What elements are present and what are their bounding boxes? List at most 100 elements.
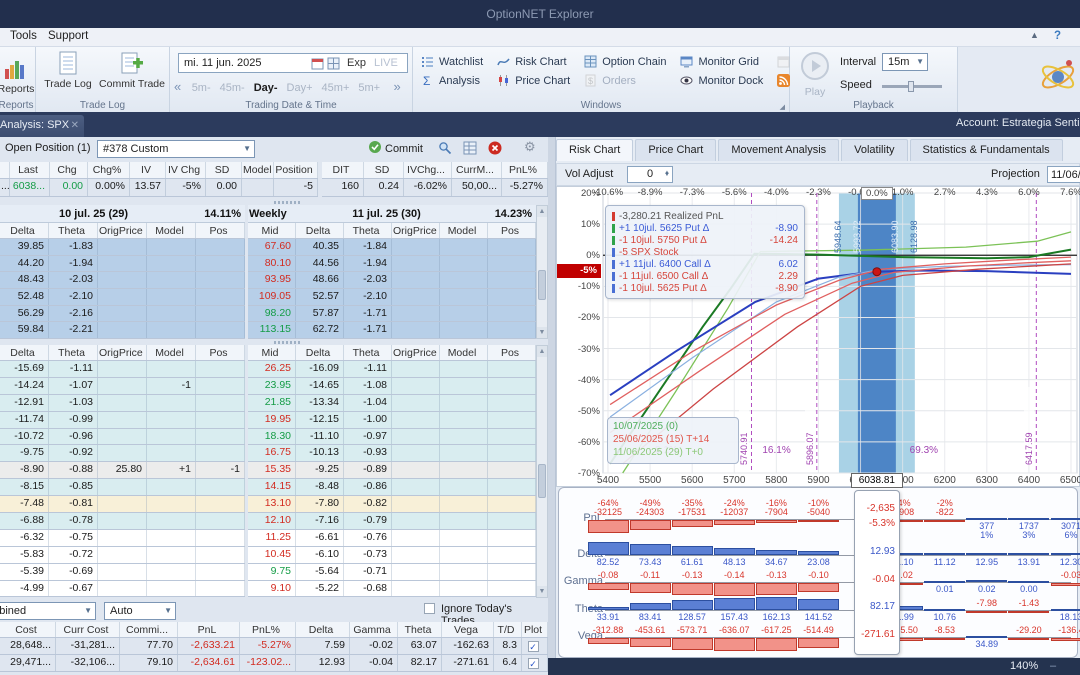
puts-right-row[interactable]: 9.75 -5.64 -0.71 [248, 563, 536, 581]
reports-icon[interactable] [4, 54, 26, 85]
splitter-handle[interactable] [274, 201, 300, 204]
totals-row[interactable]: 29,471... -32,106... 79.10 -2,634.61 -123.02… [0, 655, 548, 672]
spinner-down-icon[interactable]: ▼ [664, 168, 670, 183]
ribbon-item-watchlist[interactable]: Watchlist [421, 54, 483, 69]
tab-movement-analysis[interactable]: Movement Analysis [718, 139, 840, 161]
export-grid-icon[interactable] [463, 141, 477, 158]
ribbon-item-risk-chart[interactable]: Risk Chart [497, 54, 570, 69]
puts-right-row[interactable]: 9.10 -5.22 -0.68 [248, 580, 536, 598]
live-label[interactable]: LIVE [374, 54, 398, 72]
tab-analysis-spx[interactable]: Analysis: SPX ✕ [0, 115, 84, 137]
puts-right-row[interactable]: 15.35 -9.25 -0.89 [248, 462, 536, 480]
nav-button-45m+[interactable]: 45m+ [322, 82, 350, 94]
puts-right-row[interactable]: 10.45 -6.10 -0.73 [248, 546, 536, 564]
calls-right-row[interactable]: 109.05 52.57 -2.10 [248, 289, 536, 306]
summary-left-row[interactable]: ... 6038... 0.00 0.00% 13.57 -5% 0.00 -5 [0, 179, 318, 197]
ribbon-item-price-chart[interactable]: Price Chart [497, 73, 570, 88]
combined-dropdown[interactable]: Combined▼ [0, 602, 96, 620]
scrollbar-thumb[interactable] [538, 270, 546, 300]
puts-left-row[interactable]: -5.83 -0.72 [0, 546, 245, 564]
calls-right-row[interactable]: 98.20 57.87 -1.71 [248, 305, 536, 323]
puts-right-row[interactable]: 12.10 -7.16 -0.79 [248, 513, 536, 530]
exp-label[interactable]: Exp [347, 54, 366, 72]
close-position-icon[interactable] [488, 141, 502, 158]
interval-dropdown[interactable]: 15m ▼ [882, 53, 928, 71]
nav-button-45m-[interactable]: 45m- [220, 82, 245, 94]
puts-left-row[interactable]: -9.75 -0.92 [0, 445, 245, 463]
windows-launcher-icon[interactable]: ◢ [780, 103, 785, 111]
vol-adjust-spinner[interactable]: 0 ▲ ▼ [627, 166, 673, 183]
puts-left-row[interactable]: -11.74 -0.99 [0, 411, 245, 429]
time-grid-icon[interactable] [327, 57, 340, 76]
settings-gear-icon[interactable]: ⚙ [524, 139, 536, 155]
scroll-down-icon[interactable]: ▼ [537, 327, 547, 338]
puts-right-row[interactable]: 14.15 -8.48 -0.86 [248, 479, 536, 497]
splitter-handle[interactable] [274, 341, 300, 344]
trading-date-field[interactable]: mi. 11 jun. 2025 Exp LIVE [178, 53, 408, 73]
menu-tools[interactable]: Tools [10, 30, 37, 42]
ribbon-item-analysis[interactable]: Σ Analysis [421, 73, 483, 88]
play-button[interactable]: Play [800, 51, 830, 98]
totals-row[interactable]: 28,648... -31,281... 77.70 -2,633.21 -5.27% 7… [0, 638, 548, 655]
scroll-down-icon[interactable]: ▼ [537, 586, 547, 597]
nav-button-5m-[interactable]: 5m- [192, 82, 211, 94]
puts-right-row[interactable]: 18.30 -11.10 -0.97 [248, 428, 536, 446]
strategy-dropdown[interactable]: #378 Custom ▼ [97, 140, 255, 158]
calls-left-row[interactable]: 48.43 -2.03 [0, 272, 245, 290]
scroll-up-icon[interactable]: ▲ [537, 346, 547, 357]
puts-right-row[interactable]: 13.10 -7.80 -0.82 [248, 496, 536, 514]
speed-slider-thumb[interactable] [908, 81, 914, 92]
calls-right-row[interactable]: 113.15 62.72 -1.71 [248, 322, 536, 340]
puts-left-row[interactable]: -8.15 -0.85 [0, 479, 245, 497]
calls-left-row[interactable]: 44.20 -1.94 [0, 255, 245, 273]
scroll-up-icon[interactable]: ▲ [537, 206, 547, 217]
menu-support[interactable]: Support [48, 30, 88, 42]
ribbon-item-monitor-grid[interactable]: Monitor Grid [680, 54, 763, 69]
puts-left-row[interactable]: -6.32 -0.75 [0, 529, 245, 547]
puts-left-row[interactable]: -5.39 -0.69 [0, 563, 245, 581]
puts-right-row[interactable]: 11.25 -6.61 -0.76 [248, 529, 536, 547]
panel-splitter[interactable] [548, 137, 556, 675]
ignore-trades-checkbox[interactable] [424, 603, 435, 614]
puts-scrollbar[interactable]: ▲ ▼ [536, 345, 548, 598]
trade-log-button[interactable]: Trade Log [40, 51, 96, 90]
scrollbar-thumb[interactable] [538, 464, 546, 498]
puts-left-row[interactable]: -6.88 -0.78 [0, 513, 245, 530]
tab-risk-chart[interactable]: Risk Chart [556, 139, 634, 161]
ribbon-item-option-chain[interactable]: Option Chain [584, 54, 666, 69]
nav-button-day+[interactable]: Day+ [287, 82, 313, 94]
nav-button-5m+[interactable]: 5m+ [358, 82, 380, 94]
tab-statistics-fundamentals[interactable]: Statistics & Fundamentals [909, 139, 1063, 161]
summary-right-row[interactable]: 160 0.24 -6.02% 50,00... -5.27% [322, 179, 548, 197]
nav-back-icon[interactable]: « [174, 79, 181, 94]
calls-right-row[interactable]: 93.95 48.66 -2.03 [248, 272, 536, 290]
puts-left-row[interactable]: -10.72 -0.96 [0, 428, 245, 446]
puts-left-row[interactable]: -8.90 -0.88 25.80 +1 -1 [0, 462, 245, 480]
calls-right-row[interactable]: 67.60 40.35 -1.84 [248, 239, 536, 256]
zoom-slider[interactable]: – [1050, 660, 1056, 672]
puts-left-row[interactable]: -7.48 -0.81 [0, 496, 245, 514]
puts-right-row[interactable]: 16.75 -10.13 -0.93 [248, 445, 536, 463]
search-icon[interactable] [438, 141, 452, 158]
tab-volatility[interactable]: Volatility [841, 139, 908, 161]
nav-forward-icon[interactable]: » [394, 79, 401, 94]
help-icon[interactable]: ? [1054, 30, 1061, 42]
tab-close-icon[interactable]: ✕ [71, 115, 79, 136]
commit-trade-button[interactable]: Commit Trade [96, 51, 168, 90]
puts-right-row[interactable]: 19.95 -12.15 -1.00 [248, 411, 536, 429]
puts-right-row[interactable]: 21.85 -13.34 -1.04 [248, 394, 536, 412]
risk-chart[interactable]: -10.6%-8.9%-7.3%-5.6%-4.0%-2.3%-0.6%1.0%… [556, 186, 1080, 488]
ribbon-item-monitor-dock[interactable]: Monitor Dock [680, 73, 763, 88]
puts-right-row[interactable]: 26.25 -16.09 -1.11 [248, 361, 536, 378]
puts-left-row[interactable]: -15.69 -1.11 [0, 361, 245, 378]
puts-left-row[interactable]: -12.91 -1.03 [0, 394, 245, 412]
puts-right-row[interactable]: 23.95 -14.65 -1.08 [248, 377, 536, 395]
auto-dropdown[interactable]: Auto ▼ [104, 602, 176, 620]
projection-date-field[interactable]: 11/06/2025 [1047, 166, 1080, 183]
puts-left-row[interactable]: -4.99 -0.67 [0, 580, 245, 598]
calls-right-row[interactable]: 80.10 44.56 -1.94 [248, 255, 536, 273]
calls-left-row[interactable]: 39.85 -1.83 [0, 239, 245, 256]
collapse-ribbon-icon[interactable]: ▲ [1030, 30, 1039, 40]
puts-left-row[interactable]: -14.24 -1.07 -1 [0, 377, 245, 395]
calls-left-row[interactable]: 52.48 -2.10 [0, 289, 245, 306]
